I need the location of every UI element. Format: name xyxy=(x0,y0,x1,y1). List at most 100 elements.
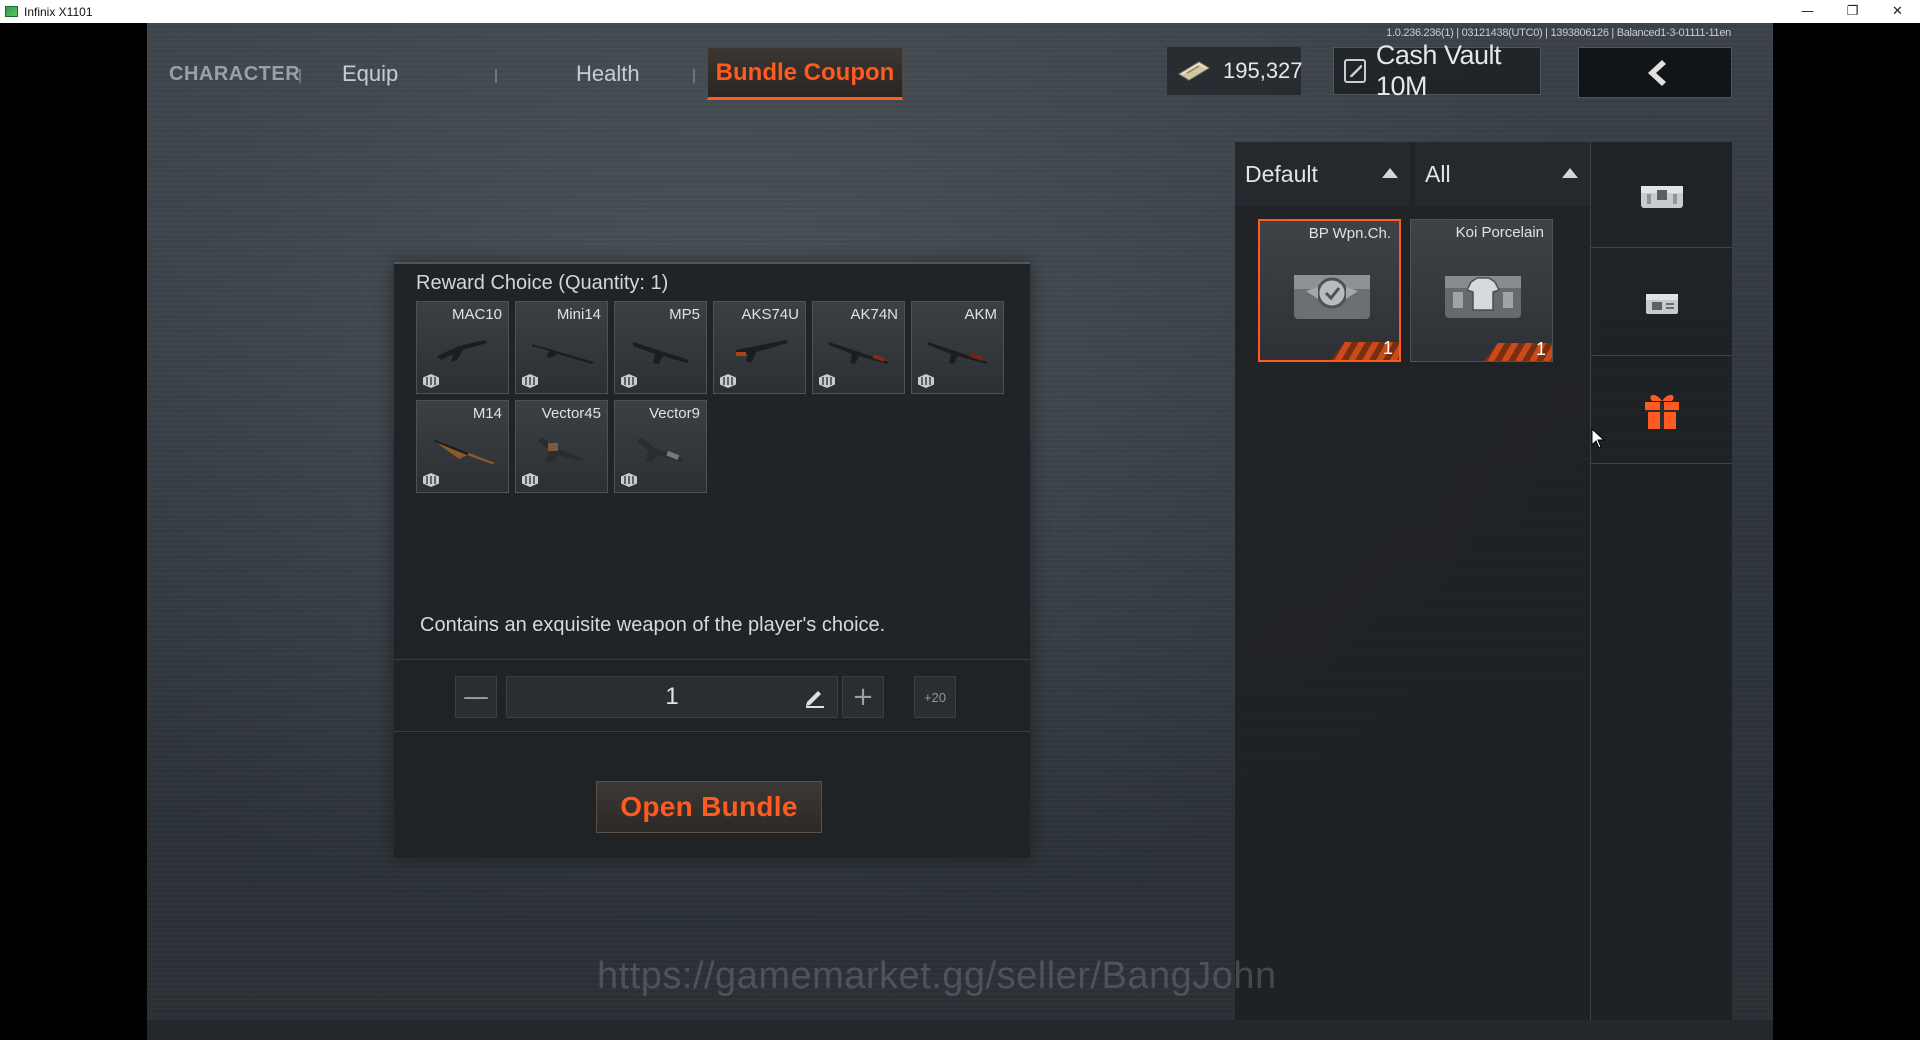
filter-row: Default All xyxy=(1235,142,1590,206)
weapon-name: AKS74U xyxy=(741,306,799,323)
coupon-box-button[interactable] xyxy=(1591,250,1733,356)
rifle-icon xyxy=(829,342,889,364)
increase-button[interactable]: + xyxy=(842,676,884,718)
weapon-name: AKM xyxy=(964,306,997,323)
weapon-name: MAC10 xyxy=(451,306,502,323)
version-info: 1.0.236.236(1) | 03121438(UTC0) | 139380… xyxy=(1386,27,1731,39)
tab-separator xyxy=(495,69,497,83)
chevron-up-icon xyxy=(1382,168,1398,178)
game-screen: 1.0.236.236(1) | 03121438(UTC0) | 139380… xyxy=(147,23,1773,1040)
weapon-card-akm[interactable]: AKM xyxy=(911,301,1004,394)
weapon-name: Vector45 xyxy=(541,405,601,422)
plus-20-button[interactable]: +20 xyxy=(914,676,956,718)
sort-dropdown[interactable]: Default xyxy=(1235,142,1410,206)
edit-pen-icon xyxy=(806,691,824,708)
rifle-icon xyxy=(433,439,495,464)
tab-separator xyxy=(693,69,695,83)
quantity-value: 1 xyxy=(665,683,679,710)
weapon-name: Mini14 xyxy=(556,306,601,323)
mouse-cursor-icon xyxy=(1591,428,1606,449)
weapon-name: MP5 xyxy=(669,306,700,323)
quantity-input[interactable]: 1 xyxy=(506,676,838,718)
item-name: Koi Porcelain xyxy=(1455,224,1544,241)
bundle-chest-icon xyxy=(1641,185,1683,208)
crate-icon xyxy=(522,374,538,388)
reward-choice-dialog: Reward Choice (Quantity: 1) MAC10 Mini14… xyxy=(394,262,1030,858)
open-bundle-button[interactable]: Open Bundle xyxy=(596,781,822,833)
gift-button[interactable] xyxy=(1591,358,1733,464)
chevron-left-icon xyxy=(1648,59,1666,86)
restore-button[interactable]: ❐ xyxy=(1830,0,1875,23)
filter-dropdown[interactable]: All xyxy=(1415,142,1590,206)
tab-character[interactable]: CHARACTER xyxy=(169,49,314,99)
bundle-chest-button[interactable] xyxy=(1591,142,1733,248)
item-name: BP Wpn.Ch. xyxy=(1308,225,1391,242)
rifle-icon xyxy=(532,344,594,364)
crate-icon xyxy=(918,374,934,388)
decrease-button[interactable]: — xyxy=(455,676,497,718)
inventory-panel: Default All BP Wpn.Ch. 1 Koi Porcelain 1 xyxy=(1235,142,1590,1040)
back-button[interactable] xyxy=(1578,47,1732,98)
crate-icon xyxy=(522,473,538,487)
side-category-column xyxy=(1590,142,1733,1040)
inventory-item-koi-porcelain[interactable]: Koi Porcelain 1 xyxy=(1410,219,1553,362)
sort-dropdown-value: Default xyxy=(1245,160,1318,187)
weapon-card-mini14[interactable]: Mini14 xyxy=(515,301,608,394)
currency-display: 195,327 xyxy=(1167,47,1303,95)
gift-icon xyxy=(1645,394,1679,429)
filter-dropdown-value: All xyxy=(1425,160,1451,187)
weapon-card-vector9[interactable]: Vector9 xyxy=(614,400,707,493)
crate-icon xyxy=(423,374,439,388)
weapon-name: AK74N xyxy=(850,306,898,323)
weapon-name: M14 xyxy=(472,405,502,422)
tab-bundle-coupon[interactable]: Bundle Coupon xyxy=(707,48,903,100)
tab-separator xyxy=(299,69,301,83)
bottom-strip xyxy=(147,1020,1773,1040)
chevron-up-icon xyxy=(1562,168,1578,178)
minimize-button[interactable]: — xyxy=(1785,0,1830,23)
vault-icon xyxy=(1344,59,1366,83)
weapon-chest-icon xyxy=(1294,275,1370,319)
weapon-card-vector45[interactable]: Vector45 xyxy=(515,400,608,493)
rifle-icon xyxy=(928,342,988,364)
cash-vault-label: Cash Vault 10M xyxy=(1375,40,1502,101)
item-count: 1 xyxy=(1535,339,1546,359)
rifle-icon xyxy=(736,340,788,362)
weapon-card-mac10[interactable]: MAC10 xyxy=(416,301,509,394)
item-count: 1 xyxy=(1382,338,1393,358)
weapon-card-ak74n[interactable]: AK74N xyxy=(812,301,905,394)
close-button[interactable]: ✕ xyxy=(1875,0,1920,23)
currency-amount: 195,327 xyxy=(1223,58,1303,83)
crate-icon xyxy=(621,374,637,388)
weapon-card-mp5[interactable]: MP5 xyxy=(614,301,707,394)
top-tabs: CHARACTER Equip Health Bundle Coupon xyxy=(169,48,903,100)
tab-equip[interactable]: Equip xyxy=(314,49,508,99)
coupon-box-icon xyxy=(1646,293,1678,314)
app-icon xyxy=(5,6,18,17)
cash-vault-button[interactable]: Cash Vault 10M xyxy=(1333,40,1541,101)
smg-icon xyxy=(633,342,689,364)
quantity-stepper: — 1 + +20 xyxy=(394,661,1030,733)
divider xyxy=(394,659,1030,660)
smg-icon xyxy=(437,340,487,362)
cash-icon xyxy=(1177,60,1211,82)
crate-icon xyxy=(423,473,439,487)
window-title: Infinix X1101 xyxy=(24,4,93,19)
bundle-description: Contains an exquisite weapon of the play… xyxy=(420,614,886,636)
smg-icon xyxy=(538,437,584,463)
window-titlebar: Infinix X1101 — ❐ ✕ xyxy=(0,0,1920,23)
crate-icon xyxy=(621,473,637,487)
window-controls: — ❐ ✕ xyxy=(1785,0,1920,23)
watermark-url: https://gamemarket.gg/seller/BangJohn xyxy=(597,955,1277,997)
crate-icon xyxy=(819,374,835,388)
inventory-item-bp-weapon-chest[interactable]: BP Wpn.Ch. 1 xyxy=(1258,219,1401,362)
outfit-chest-icon xyxy=(1445,276,1521,318)
crate-icon xyxy=(720,374,736,388)
weapon-card-m14[interactable]: M14 xyxy=(416,400,509,493)
weapon-card-aks74u[interactable]: AKS74U xyxy=(713,301,806,394)
smg-icon xyxy=(637,437,683,463)
weapon-name: Vector9 xyxy=(649,405,700,422)
divider xyxy=(394,731,1030,732)
tab-health[interactable]: Health xyxy=(508,49,709,99)
reward-choice-title: Reward Choice (Quantity: 1) xyxy=(416,272,669,294)
